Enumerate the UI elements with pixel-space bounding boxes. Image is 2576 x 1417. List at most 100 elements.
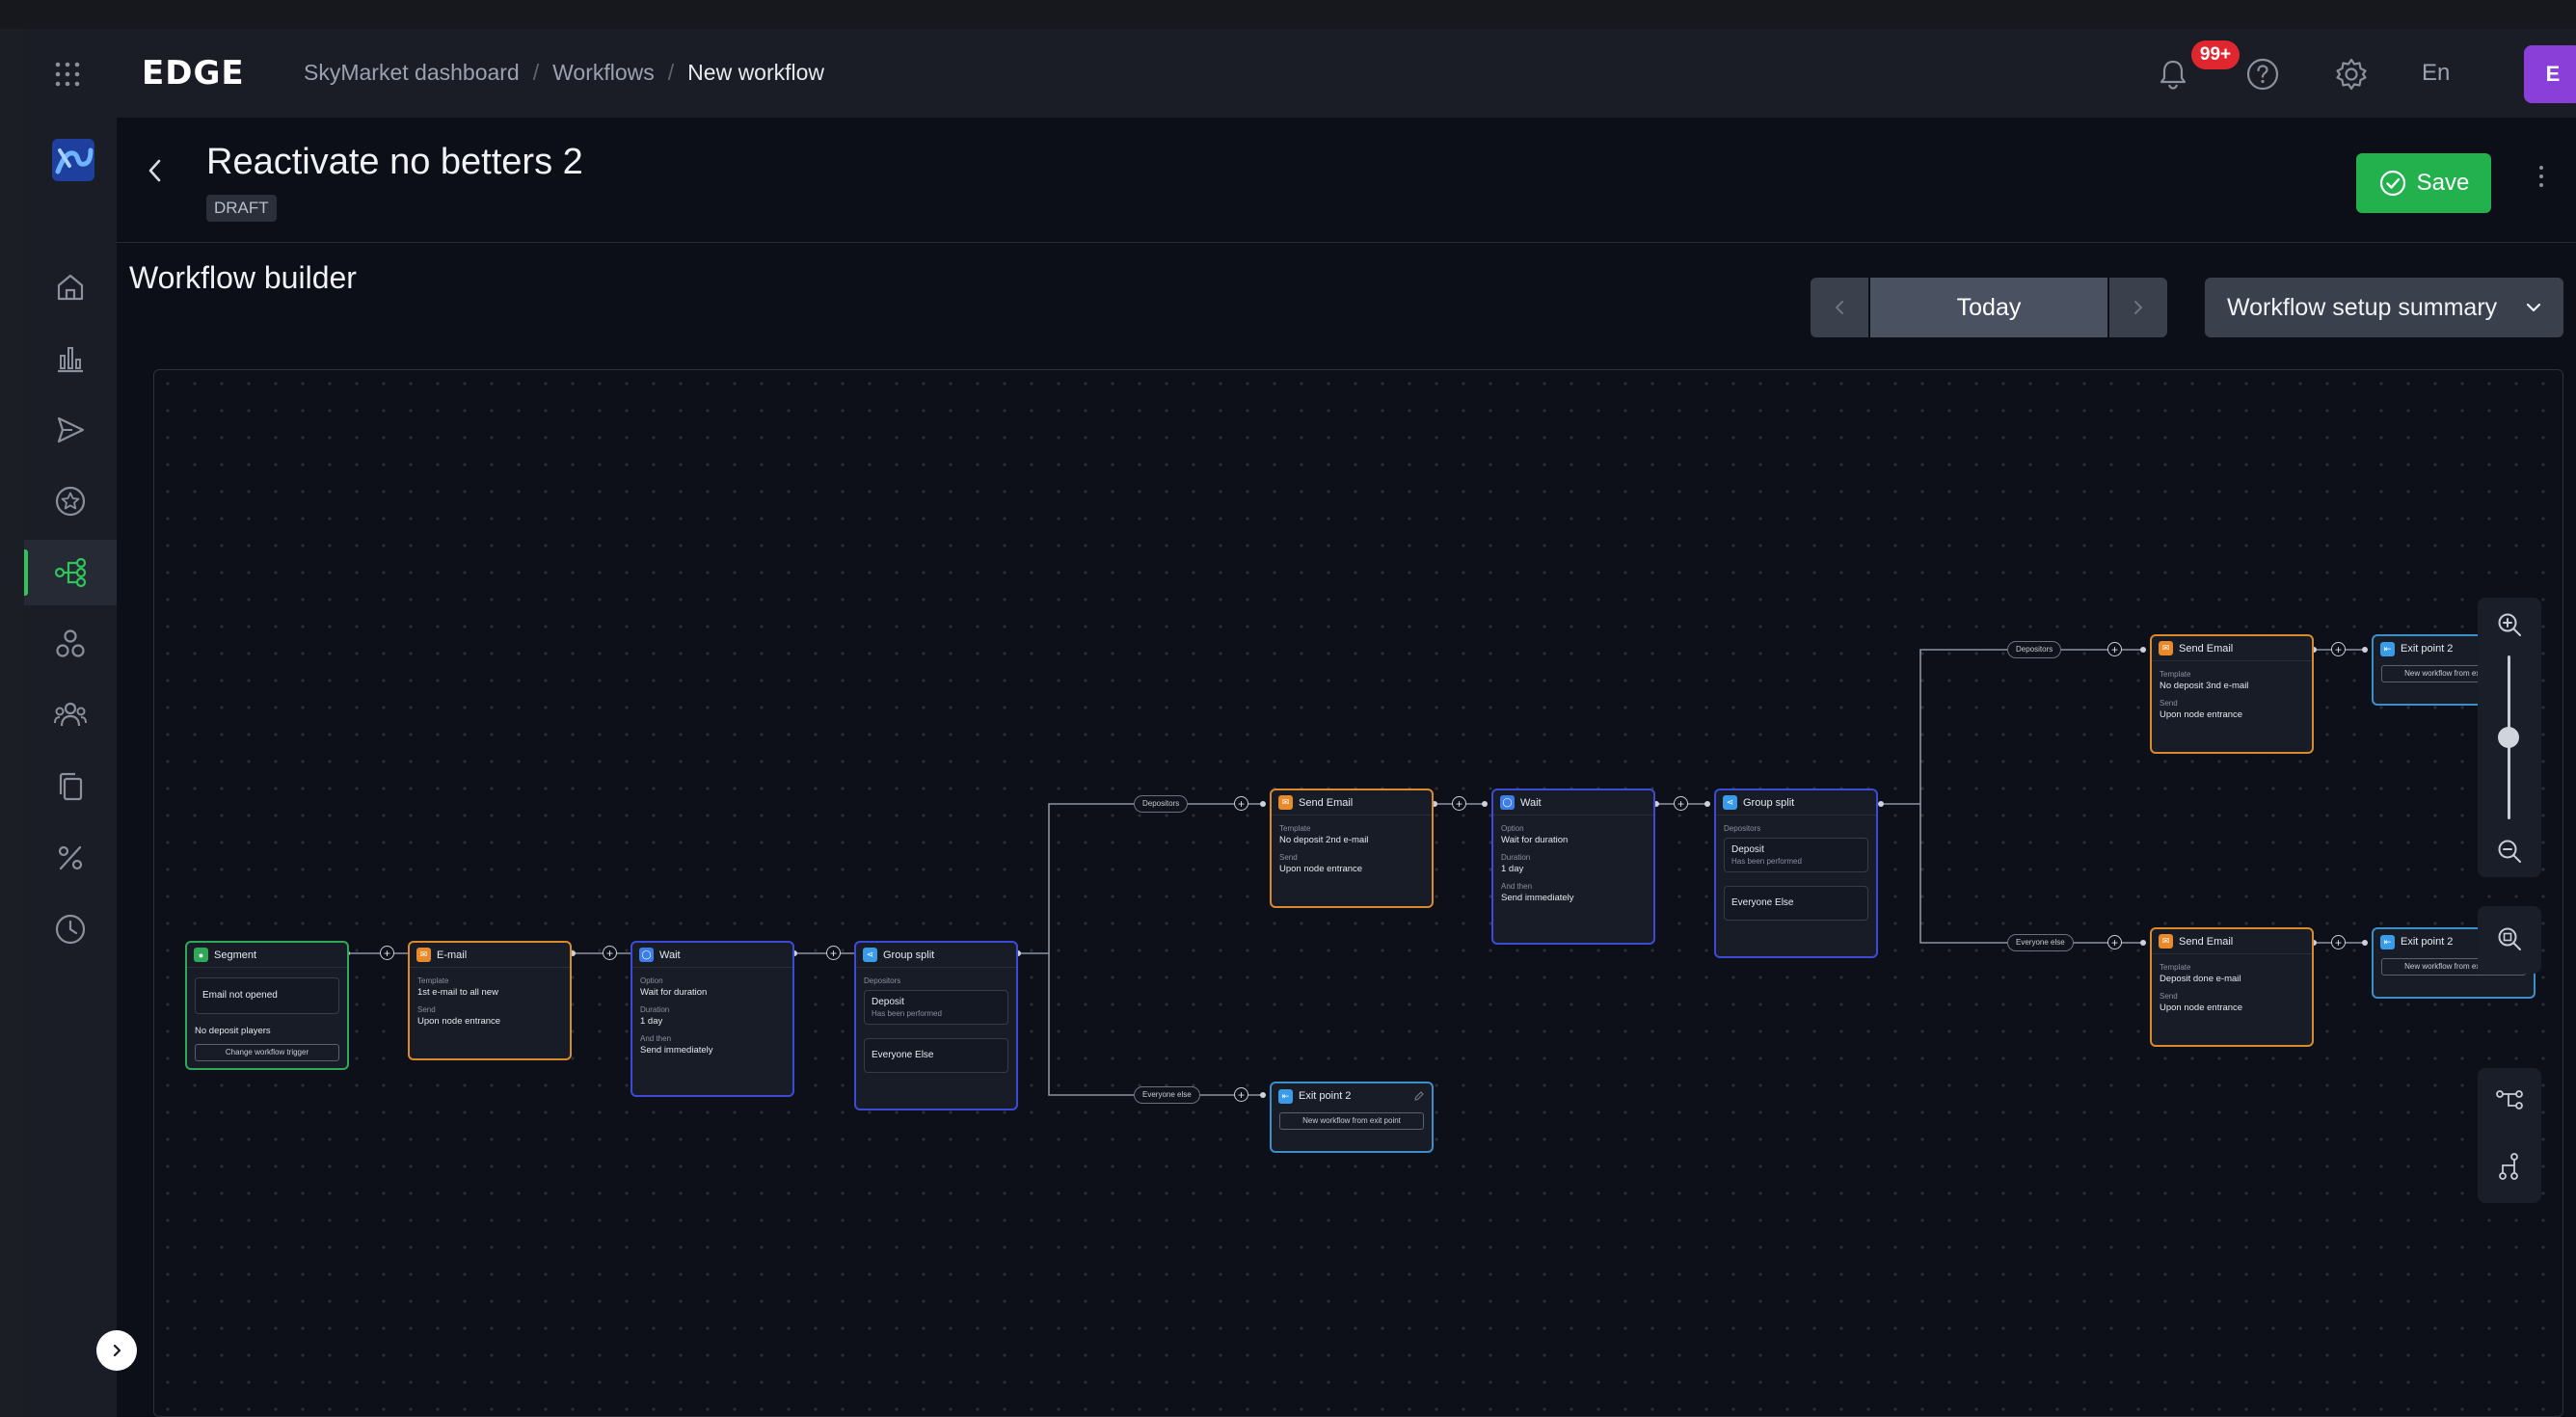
- avatar[interactable]: E: [2524, 45, 2576, 103]
- node-exit-point[interactable]: ⇤ Exit point 2 New workflow from exit po…: [1270, 1082, 1434, 1153]
- workflow-canvas[interactable]: + + + + + + + + + + + Depositors Everyon…: [153, 369, 2563, 1417]
- brand-logo-icon[interactable]: [50, 137, 96, 183]
- exit-icon: ⇤: [2380, 641, 2395, 656]
- edge-split2-everyone: [1919, 804, 2143, 944]
- field-label: Send: [2160, 699, 2178, 708]
- save-button[interactable]: Save: [2356, 153, 2491, 213]
- sidebar-item-segments[interactable]: [24, 611, 117, 677]
- node-wait[interactable]: ◯ Wait Option Wait for duration Duration…: [1491, 789, 1655, 945]
- node-email[interactable]: ✉ E-mail Template 1st e-mail to all new …: [408, 941, 572, 1060]
- chevron-down-icon: [2526, 303, 2541, 312]
- node-title: Exit point 2: [1299, 1090, 1352, 1102]
- add-step-button[interactable]: +: [2331, 935, 2346, 949]
- sidebar-item-bonuses[interactable]: [24, 825, 117, 891]
- node-send-email[interactable]: ✉ Send Email Template No deposit 3nd e-m…: [2150, 634, 2314, 754]
- breadcrumb-workflows[interactable]: Workflows: [552, 60, 655, 86]
- next-date-button[interactable]: [2109, 278, 2167, 337]
- node-header: ⋖ Group split: [1716, 790, 1876, 815]
- new-workflow-from-exit-button[interactable]: New workflow from exit point: [1279, 1112, 1424, 1130]
- today-button[interactable]: Today: [1870, 278, 2107, 337]
- add-step-button[interactable]: +: [603, 946, 617, 960]
- edge-split-everyone: [1048, 953, 1263, 1096]
- help-icon[interactable]: [2244, 56, 2281, 93]
- workflow-title[interactable]: Reactivate no betters 2: [206, 142, 583, 183]
- branch-name: Deposit: [1731, 844, 1764, 855]
- field-value: 1 day: [1501, 864, 1524, 874]
- check-circle-icon: [2379, 170, 2405, 197]
- sidebar-item-campaigns[interactable]: [24, 397, 117, 463]
- sidebar-expand-button[interactable]: [96, 1330, 137, 1371]
- field-value: 1 day: [640, 1016, 663, 1027]
- add-step-button[interactable]: +: [380, 946, 394, 960]
- layout-vertical-button[interactable]: [2492, 1149, 2527, 1184]
- edge-label-everyone-else: Everyone else: [1134, 1086, 1200, 1104]
- add-step-button[interactable]: +: [2107, 642, 2122, 656]
- breadcrumb-dashboard[interactable]: SkyMarket dashboard: [304, 60, 520, 86]
- breadcrumb-current: New workflow: [687, 60, 825, 85]
- node-segment[interactable]: ● Segment Email not opened No deposit pl…: [185, 941, 349, 1070]
- split-icon: ⋖: [1723, 795, 1737, 810]
- field-label: Send: [2160, 992, 2178, 1001]
- zoom-out-button[interactable]: [2492, 834, 2527, 869]
- apps-grid-icon[interactable]: [53, 60, 82, 89]
- sidebar-item-analytics[interactable]: [24, 326, 117, 391]
- user-icon: ●: [194, 948, 208, 962]
- node-wait[interactable]: ◯ Wait Option Wait for duration Duration…: [631, 941, 794, 1097]
- zoom-slider-handle[interactable]: [2498, 727, 2519, 748]
- segments-icon: [56, 629, 85, 657]
- add-step-button[interactable]: +: [2331, 642, 2346, 656]
- field-value: Upon node entrance: [1279, 864, 1363, 874]
- clock-icon: [55, 914, 86, 945]
- sidebar-item-templates[interactable]: [24, 754, 117, 819]
- clock-icon: ◯: [639, 948, 654, 962]
- zoom-in-icon: [2498, 613, 2521, 636]
- zoom-fit-button[interactable]: [2492, 922, 2527, 956]
- chevron-left-icon: [148, 159, 161, 182]
- node-header: ✉ Send Email: [2152, 636, 2312, 661]
- sidebar-item-workflows[interactable]: [24, 540, 117, 605]
- field-label: Template: [1279, 824, 1311, 833]
- segment-condition: Email not opened: [195, 977, 339, 1014]
- gear-icon[interactable]: [2333, 56, 2370, 93]
- bell-icon[interactable]: [2155, 56, 2191, 93]
- field-label: And then: [640, 1034, 672, 1043]
- edit-icon[interactable]: [1413, 1090, 1425, 1102]
- field-label: Option: [1501, 824, 1524, 833]
- add-step-button[interactable]: +: [2107, 935, 2122, 949]
- edge-label-depositors: Depositors: [1134, 795, 1189, 813]
- workflow-setup-summary-dropdown[interactable]: Workflow setup summary: [2205, 278, 2563, 337]
- segment-condition: No deposit players: [195, 1026, 271, 1036]
- node-header: ✉ Send Email: [1272, 790, 1432, 815]
- sidebar-item-home[interactable]: [24, 254, 117, 320]
- home-icon: [57, 274, 84, 301]
- add-step-button[interactable]: +: [1452, 796, 1466, 811]
- node-send-email[interactable]: ✉ Send Email Template Deposit done e-mai…: [2150, 927, 2314, 1047]
- node-group-split[interactable]: ⋖ Group split Depositors Deposit Has bee…: [1714, 789, 1878, 958]
- add-step-button[interactable]: +: [1234, 1087, 1248, 1102]
- prev-date-button[interactable]: [1811, 278, 1868, 337]
- node-send-email[interactable]: ✉ Send Email Template No deposit 2nd e-m…: [1270, 789, 1434, 908]
- add-step-button[interactable]: +: [826, 946, 841, 960]
- add-step-button[interactable]: +: [1234, 796, 1248, 811]
- sidebar-item-rewards[interactable]: [24, 468, 117, 534]
- split-branch: Deposit Has been performed: [864, 990, 1008, 1025]
- language-selector[interactable]: En: [2422, 60, 2450, 87]
- chevron-left-icon: [1835, 301, 1843, 314]
- layout-horizontal-button[interactable]: [2492, 1082, 2527, 1116]
- zoom-controls: [2478, 598, 2541, 877]
- node-group-split[interactable]: ⋖ Group split Depositors Deposit Has bee…: [854, 941, 1018, 1110]
- send-icon: [57, 416, 85, 443]
- sidebar-item-history[interactable]: [24, 896, 117, 962]
- more-options-button[interactable]: [2532, 166, 2551, 204]
- zoom-in-button[interactable]: [2492, 607, 2527, 642]
- workflow-header: Reactivate no betters 2 DRAFT Save: [117, 118, 2576, 243]
- breadcrumb: SkyMarket dashboard / Workflows / New wo…: [304, 60, 824, 86]
- add-step-button[interactable]: +: [1674, 796, 1688, 811]
- breadcrumb-separator: /: [667, 60, 675, 85]
- edge-logo[interactable]: EDGE: [142, 54, 245, 93]
- sidebar-item-players[interactable]: [24, 682, 117, 748]
- field-value: Send immediately: [640, 1045, 713, 1056]
- change-trigger-button[interactable]: Change workflow trigger: [195, 1044, 339, 1061]
- back-button[interactable]: [136, 151, 174, 190]
- builder-title: Workflow builder: [129, 260, 357, 295]
